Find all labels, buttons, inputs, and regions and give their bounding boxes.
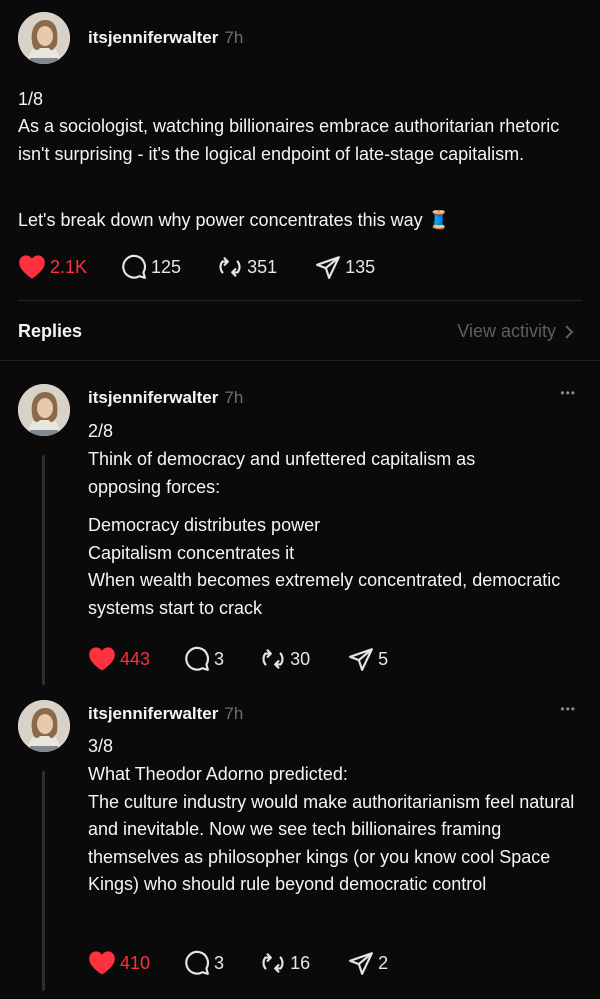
share-count: 135: [345, 256, 376, 277]
reply-username[interactable]: itsjenniferwalter 7h: [88, 704, 243, 724]
thread-line: [42, 771, 45, 991]
comment-icon: [185, 646, 210, 671]
chevron-right-icon: [565, 324, 574, 339]
comment-count: 125: [151, 256, 182, 277]
post-counter: 1/8: [18, 89, 44, 109]
heart-icon: [89, 951, 115, 975]
comment-button[interactable]: 125: [121, 254, 181, 280]
more-icon[interactable]: •••: [560, 702, 576, 716]
post-body-thread: Let's break down why power concentrates …: [18, 210, 451, 230]
like-count: 443: [120, 648, 151, 669]
divider: [18, 300, 582, 301]
heart-icon: [89, 647, 115, 671]
comment-button[interactable]: 3: [184, 646, 224, 672]
comment-count: 3: [214, 648, 225, 669]
comment-icon: [122, 254, 147, 279]
post-actions: 2.1K 125 351 135: [18, 254, 375, 280]
share-button[interactable]: 135: [315, 254, 375, 280]
avatar[interactable]: [18, 12, 70, 64]
heart-icon: [19, 255, 45, 279]
reply-body: What Theodor Adorno predicted: The cultu…: [88, 764, 575, 894]
like-button[interactable]: 2.1K: [18, 254, 87, 280]
share-icon: [316, 256, 341, 279]
repost-button[interactable]: 351: [217, 254, 277, 280]
repost-count: 16: [290, 952, 311, 973]
share-icon: [349, 648, 374, 671]
comment-count: 3: [214, 952, 225, 973]
share-button[interactable]: 2: [348, 950, 388, 976]
reply-body-list: Democracy distributes power Capitalism c…: [88, 515, 561, 618]
post-time: 7h: [224, 28, 244, 47]
section-rule: [0, 360, 600, 361]
like-count: 410: [120, 952, 151, 973]
avatar[interactable]: [18, 384, 70, 436]
reply-username[interactable]: itsjenniferwalter 7h: [88, 388, 243, 408]
share-icon: [349, 952, 374, 975]
share-count: 2: [378, 952, 389, 973]
reply-counter: 2/8: [88, 421, 114, 441]
repost-count: 351: [247, 256, 278, 277]
reply-time: 7h: [224, 388, 244, 407]
reply-body: Think of democracy and unfettered capita…: [88, 449, 476, 497]
like-count: 2.1K: [50, 256, 88, 277]
avatar[interactable]: [18, 700, 70, 752]
view-activity-link[interactable]: View activity: [457, 321, 576, 342]
repost-count: 30: [290, 648, 311, 669]
post-body: As a sociologist, watching billionaires …: [18, 116, 560, 164]
reply-actions: 443 3 30 5: [88, 646, 388, 672]
repost-icon: [262, 953, 284, 973]
share-button[interactable]: 5: [348, 646, 388, 672]
comment-icon: [185, 950, 210, 975]
more-icon[interactable]: •••: [560, 386, 576, 400]
like-button[interactable]: 410: [88, 950, 150, 976]
reply-time: 7h: [224, 704, 244, 723]
repost-button[interactable]: 30: [260, 646, 310, 672]
repost-icon: [219, 257, 241, 277]
reply-actions: 410 3 16 2: [88, 950, 388, 976]
share-count: 5: [378, 648, 389, 669]
repost-icon: [262, 649, 284, 669]
repost-button[interactable]: 16: [260, 950, 310, 976]
like-button[interactable]: 443: [88, 646, 150, 672]
comment-button[interactable]: 3: [184, 950, 224, 976]
post-username[interactable]: itsjenniferwalter 7h: [88, 28, 243, 48]
replies-title: Replies: [18, 321, 83, 341]
thread-line: [42, 455, 45, 685]
reply-counter: 3/8: [88, 736, 114, 756]
